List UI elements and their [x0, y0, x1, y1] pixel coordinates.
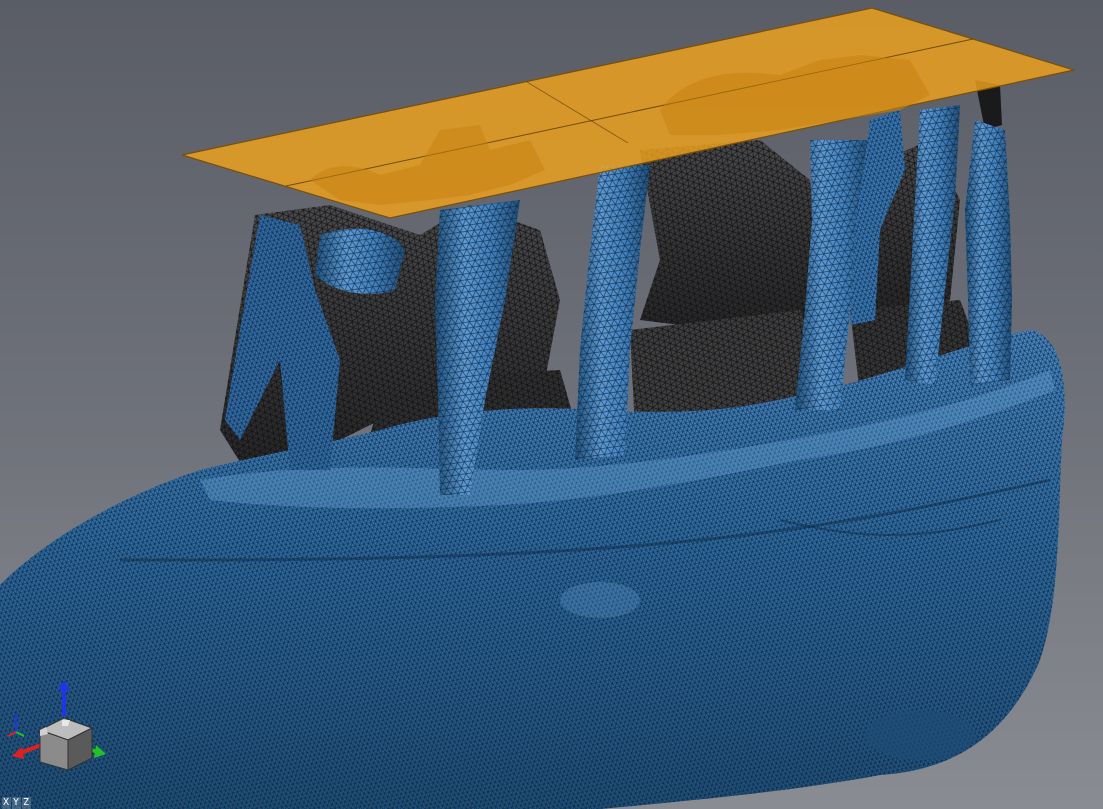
axis-label-strip: X Y Z — [2, 797, 31, 809]
mini-x-axis — [7, 731, 17, 737]
z-axis-head — [58, 680, 70, 690]
y-axis-label: Y — [12, 797, 21, 809]
cylinder-left — [315, 228, 405, 295]
z-axis-label: Z — [22, 797, 31, 809]
axis-triad — [7, 680, 106, 771]
y-axis-head — [94, 745, 106, 758]
mini-y-axis — [15, 731, 25, 737]
view-cube[interactable] — [38, 717, 94, 771]
orientation-gizmo[interactable]: X Y Z — [0, 678, 120, 809]
3d-viewport[interactable]: X Y Z — [0, 0, 1103, 809]
x-axis-head — [12, 747, 24, 759]
pillar-4 — [965, 120, 1012, 385]
model-scene[interactable] — [0, 0, 1103, 809]
x-axis-label: X — [2, 797, 11, 809]
